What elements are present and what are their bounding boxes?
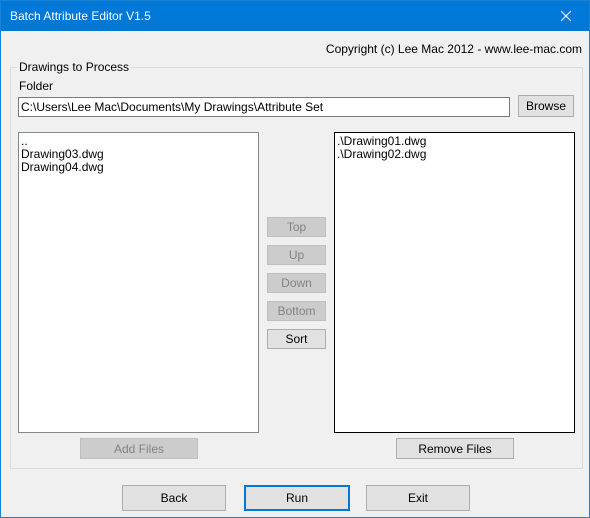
add-files-button[interactable]: Add Files bbox=[80, 438, 198, 459]
dialog-window: Batch Attribute Editor V1.5 Copyright (c… bbox=[0, 0, 590, 518]
down-button[interactable]: Down bbox=[267, 273, 326, 293]
copyright-text: Copyright (c) Lee Mac 2012 - www.lee-mac… bbox=[325, 42, 582, 56]
back-button[interactable]: Back bbox=[122, 485, 226, 511]
close-icon bbox=[560, 10, 572, 22]
run-button[interactable]: Run bbox=[244, 485, 350, 511]
browse-button[interactable]: Browse bbox=[518, 95, 574, 117]
folder-label: Folder bbox=[19, 79, 54, 93]
window-title: Batch Attribute Editor V1.5 bbox=[10, 9, 151, 23]
up-button[interactable]: Up bbox=[267, 245, 326, 265]
list-item[interactable]: .\Drawing02.dwg bbox=[337, 148, 572, 161]
list-item[interactable]: Drawing04.dwg bbox=[21, 161, 256, 174]
available-files-list[interactable]: .. Drawing03.dwg Drawing04.dwg bbox=[18, 132, 259, 433]
selected-files-list[interactable]: .\Drawing01.dwg .\Drawing02.dwg bbox=[334, 132, 575, 433]
folder-path-input[interactable] bbox=[18, 97, 510, 117]
bottom-button[interactable]: Bottom bbox=[267, 301, 326, 321]
exit-button[interactable]: Exit bbox=[366, 485, 470, 511]
group-label: Drawings to Process bbox=[17, 60, 132, 74]
sort-button[interactable]: Sort bbox=[267, 329, 326, 349]
close-button[interactable] bbox=[543, 1, 589, 31]
title-bar[interactable]: Batch Attribute Editor V1.5 bbox=[1, 1, 589, 31]
remove-files-button[interactable]: Remove Files bbox=[396, 438, 514, 459]
top-button[interactable]: Top bbox=[267, 217, 326, 237]
